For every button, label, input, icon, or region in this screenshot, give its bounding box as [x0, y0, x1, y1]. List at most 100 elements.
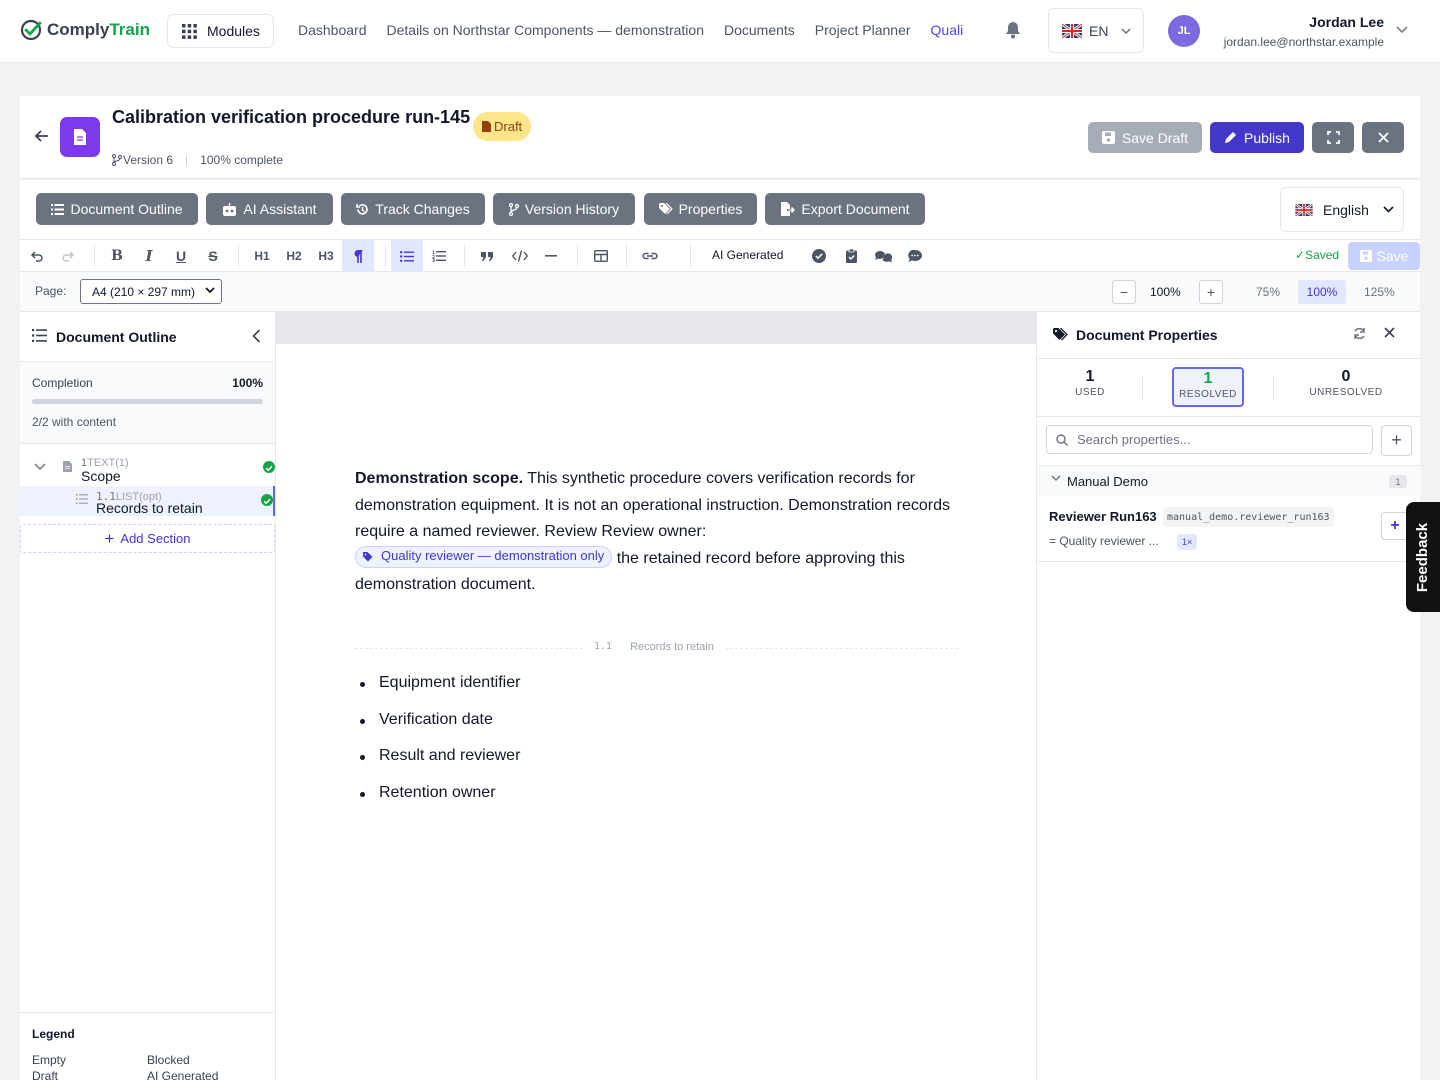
- page-settings-bar: Page: A4 (210 × 297 mm) − 100% + 75% 100…: [20, 272, 1420, 312]
- add-property-button[interactable]: +: [1381, 425, 1412, 456]
- comments-button[interactable]: [871, 240, 895, 272]
- tab-label: Track Changes: [375, 201, 470, 217]
- paragraph-button[interactable]: [342, 240, 374, 272]
- clipboard-button[interactable]: [840, 240, 862, 272]
- tab-version-history[interactable]: Version History: [493, 193, 635, 225]
- chevron-down-icon: [205, 287, 215, 294]
- stat-unresolved[interactable]: 0 UNRESOLVED: [1299, 367, 1393, 407]
- chevron-down-icon[interactable]: [34, 463, 46, 471]
- document-type-icon: [60, 117, 100, 157]
- insert-property-button[interactable]: +: [1381, 512, 1409, 540]
- bold-button[interactable]: B: [106, 240, 128, 272]
- numbered-list-button[interactable]: 123: [427, 240, 451, 272]
- file-icon: [482, 121, 491, 132]
- heading1-button[interactable]: H1: [249, 240, 275, 272]
- underline-button[interactable]: U: [170, 240, 192, 272]
- document-language-select[interactable]: English: [1280, 187, 1404, 232]
- plus-icon: +: [104, 529, 115, 548]
- blockquote-button[interactable]: [476, 240, 498, 272]
- logo-check-icon: [20, 19, 42, 41]
- stat-resolved[interactable]: 1 RESOLVED: [1172, 367, 1244, 407]
- code-icon: [512, 250, 528, 262]
- app-logo[interactable]: Comply Train: [20, 18, 150, 42]
- save-button[interactable]: Save: [1348, 242, 1420, 270]
- nav-link-documents[interactable]: Documents: [724, 22, 795, 38]
- strikethrough-button[interactable]: S: [202, 240, 224, 272]
- document-canvas[interactable]: Demonstration scope. This synthetic proc…: [276, 312, 1036, 1080]
- bullet-list-button[interactable]: [391, 240, 423, 272]
- fullscreen-button[interactable]: [1312, 122, 1354, 153]
- publish-button[interactable]: Publish: [1210, 122, 1304, 153]
- stat-label: UNRESOLVED: [1309, 387, 1383, 398]
- code-button[interactable]: [508, 240, 532, 272]
- status-badge: Draft: [473, 112, 532, 141]
- file-export-icon: [781, 202, 796, 216]
- tags-icon: [658, 203, 673, 215]
- horizontal-rule-button[interactable]: [540, 240, 562, 272]
- page-size-select[interactable]: A4 (210 × 297 mm): [80, 279, 222, 304]
- property-group-manual-demo[interactable]: Manual Demo 1: [1037, 465, 1421, 496]
- tab-label: AI Assistant: [243, 201, 317, 217]
- heading2-button[interactable]: H2: [281, 240, 307, 272]
- chevron-left-icon[interactable]: [252, 329, 261, 343]
- nav-link-project-planner[interactable]: Project Planner: [815, 22, 911, 38]
- property-chip[interactable]: Quality reviewer — demonstration only: [355, 545, 613, 568]
- list-icon: [32, 329, 47, 342]
- tab-track-changes[interactable]: Track Changes: [341, 193, 485, 225]
- save-draft-button[interactable]: Save Draft: [1088, 122, 1202, 153]
- feedback-tab[interactable]: Feedback: [1406, 502, 1440, 612]
- user-avatar[interactable]: JL: [1168, 15, 1200, 47]
- ai-generated-label[interactable]: AI Generated: [712, 248, 783, 262]
- redo-button[interactable]: [57, 240, 79, 272]
- zoom-option-125[interactable]: 125%: [1356, 280, 1403, 304]
- bold-icon: B: [111, 248, 123, 264]
- tab-ai-assistant[interactable]: AI Assistant: [206, 193, 333, 225]
- link-button[interactable]: [638, 240, 662, 272]
- tab-export-document[interactable]: Export Document: [765, 193, 925, 225]
- undo-button[interactable]: [25, 240, 47, 272]
- stat-used[interactable]: 1 USED: [1059, 367, 1121, 407]
- tab-properties[interactable]: Properties: [644, 193, 757, 225]
- scope-paragraph[interactable]: Demonstration scope. This synthetic proc…: [355, 466, 955, 599]
- zoom-out-button[interactable]: −: [1112, 280, 1136, 304]
- bell-icon[interactable]: [1005, 21, 1021, 39]
- zoom-option-100[interactable]: 100%: [1298, 280, 1346, 304]
- saved-label: Saved: [1305, 248, 1340, 262]
- comments-icon: [874, 250, 892, 262]
- refresh-icon[interactable]: [1353, 327, 1366, 340]
- stat-value: 0: [1341, 368, 1351, 385]
- zoom-option-75[interactable]: 75%: [1248, 280, 1288, 304]
- records-list[interactable]: Equipment identifier Verification date R…: [355, 674, 520, 820]
- completion-progress-bar: [32, 399, 263, 404]
- close-icon[interactable]: [1384, 327, 1395, 338]
- nav-link-quality[interactable]: Quali: [931, 22, 964, 38]
- nav-link-dashboard[interactable]: Dashboard: [298, 22, 367, 38]
- completion-progress-fill: [32, 399, 263, 404]
- nav-link-details[interactable]: Details on Northstar Components — demons…: [387, 22, 704, 38]
- modules-button[interactable]: Modules: [167, 14, 274, 48]
- outline-header: Document Outline: [20, 312, 275, 362]
- property-item[interactable]: Reviewer Run163 manual_demo.reviewer_run…: [1037, 496, 1421, 562]
- comment-add-button[interactable]: [904, 240, 926, 272]
- back-arrow-icon[interactable]: [34, 128, 50, 144]
- list-icon: [76, 494, 88, 504]
- zoom-in-button[interactable]: +: [1199, 280, 1223, 304]
- numbered-list-icon: 123: [432, 250, 446, 262]
- outline-section-scope[interactable]: 1TEXT(1) Scope: [20, 450, 275, 486]
- properties-search-input[interactable]: Search properties...: [1046, 425, 1373, 454]
- table-button[interactable]: [589, 240, 613, 272]
- add-section-button[interactable]: + Add Section: [20, 524, 275, 553]
- close-editor-button[interactable]: [1362, 122, 1404, 153]
- italic-button[interactable]: I: [138, 240, 160, 272]
- approve-button[interactable]: [808, 240, 830, 272]
- tab-document-outline[interactable]: Document Outline: [36, 193, 198, 225]
- heading3-button[interactable]: H3: [313, 240, 339, 272]
- user-menu-chevron-icon[interactable]: [1396, 26, 1408, 34]
- file-icon: [63, 461, 72, 472]
- italic-icon: I: [145, 247, 153, 265]
- chevron-down-icon: [1121, 27, 1131, 34]
- outline-section-records-to-retain[interactable]: 1.1LIST(opt) Records to retain: [20, 486, 275, 516]
- file-icon: [74, 129, 86, 145]
- properties-header: Document Properties: [1037, 312, 1421, 359]
- language-switcher[interactable]: EN: [1048, 8, 1144, 53]
